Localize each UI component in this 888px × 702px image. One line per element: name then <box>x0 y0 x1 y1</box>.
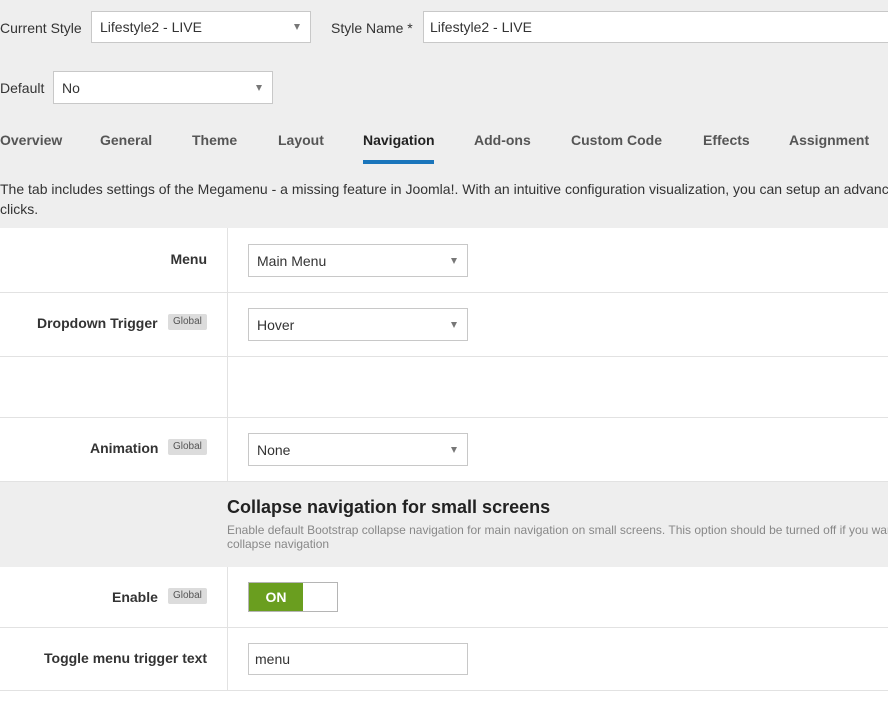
global-badge: Global <box>168 588 207 604</box>
tab-effects[interactable]: Effects <box>703 132 750 148</box>
animation-label: Animation <box>90 440 159 456</box>
tab-theme[interactable]: Theme <box>192 132 237 148</box>
toggle-menu-trigger-text-value: menu <box>255 651 291 667</box>
dropdown-trigger-value: Hover <box>257 316 295 333</box>
tab-description: The tab includes settings of the Megamen… <box>0 179 888 219</box>
current-style-select[interactable]: Lifestyle2 - LIVE <box>91 11 311 43</box>
enable-label: Enable <box>112 589 158 605</box>
global-badge: Global <box>168 314 207 330</box>
collapse-section-description-line: Enable default Bootstrap collapse naviga… <box>227 523 888 537</box>
dropdown-trigger-label: Dropdown Trigger <box>37 315 158 331</box>
toggle-on-state: ON <box>249 583 303 611</box>
default-select[interactable]: No <box>53 71 273 104</box>
style-name-label: Style Name * <box>331 20 413 36</box>
tab-overview[interactable]: Overview <box>0 132 62 148</box>
current-style-value: Lifestyle2 - LIVE <box>100 19 202 35</box>
collapse-section-description-line: collapse navigation <box>227 537 330 551</box>
animation-select[interactable]: None <box>248 433 468 466</box>
animation-value: None <box>257 441 291 458</box>
collapse-section-description: Enable default Bootstrap collapse naviga… <box>227 523 888 551</box>
tab-general[interactable]: General <box>100 132 152 148</box>
current-style-label: Current Style <box>0 20 82 36</box>
collapse-section-title: Collapse navigation for small screens <box>227 497 551 517</box>
tab-navigation[interactable]: Navigation <box>363 132 435 148</box>
setting-row-empty <box>0 357 888 418</box>
tab-description-line: The tab includes settings of the Megamen… <box>0 181 888 197</box>
tab-description-line: clicks. <box>0 201 39 217</box>
menu-value: Main Menu <box>257 252 327 269</box>
style-name-input[interactable]: Lifestyle2 - LIVE <box>423 11 888 43</box>
dropdown-trigger-select[interactable]: Hover <box>248 308 468 341</box>
column-divider <box>227 228 228 481</box>
menu-select[interactable]: Main Menu <box>248 244 468 277</box>
default-label: Default <box>0 80 45 96</box>
enable-toggle[interactable]: ON <box>248 582 338 612</box>
chevron-down-icon <box>451 446 457 453</box>
menu-label: Menu <box>170 251 207 267</box>
tab-add-ons[interactable]: Add-ons <box>474 132 531 148</box>
tab-custom-code[interactable]: Custom Code <box>571 132 662 148</box>
tab-layout[interactable]: Layout <box>278 132 324 148</box>
style-name-value: Lifestyle2 - LIVE <box>430 19 532 35</box>
active-tab-indicator <box>363 160 434 164</box>
global-badge: Global <box>168 439 207 455</box>
chevron-down-icon <box>451 321 457 328</box>
chevron-down-icon <box>451 257 457 264</box>
default-value: No <box>62 79 80 96</box>
column-divider <box>227 567 228 690</box>
chevron-down-icon <box>294 24 300 30</box>
tab-assignment[interactable]: Assignment <box>789 132 869 148</box>
toggle-menu-trigger-text-label: Toggle menu trigger text <box>44 650 208 666</box>
toggle-menu-trigger-text-input[interactable]: menu <box>248 643 468 675</box>
chevron-down-icon <box>256 84 262 91</box>
